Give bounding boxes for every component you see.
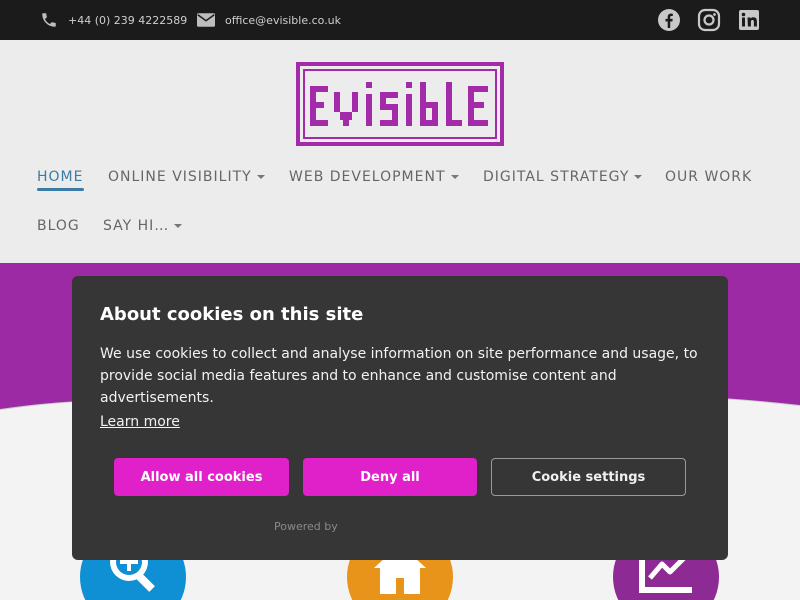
learn-more-link[interactable]: Learn more [100, 414, 180, 430]
nav-say-hi[interactable]: SAY HI… [103, 218, 183, 234]
deny-all-button[interactable]: Deny all [303, 458, 477, 496]
instagram-icon[interactable] [697, 8, 721, 32]
cookie-settings-button[interactable]: Cookie settings [491, 458, 686, 496]
cookie-dialog-title: About cookies on this site [100, 304, 364, 325]
nav-blog[interactable]: BLOG [37, 218, 80, 234]
cookie-dialog-body: We use cookies to collect and analyse in… [100, 346, 698, 406]
nav-digital-strategy[interactable]: DIGITAL STRATEGY [483, 169, 643, 185]
nav-online-visibility[interactable]: ONLINE VISIBILITY [108, 169, 265, 185]
email-address: office@evisible.co.uk [225, 13, 342, 27]
facebook-icon[interactable] [657, 8, 681, 32]
caret-down-icon [450, 175, 459, 179]
phone-contact[interactable]: +44 (0) 239 4222589 [40, 0, 187, 40]
phone-icon [42, 13, 56, 27]
top-bar: +44 (0) 239 4222589 office@evisible.co.u… [0, 0, 800, 40]
powered-by-text: Powered by [274, 520, 338, 533]
linkedin-icon[interactable] [737, 8, 761, 32]
site-header: HOME ONLINE VISIBILITY WEB DEVELOPMENT D… [0, 40, 800, 263]
nav-our-work[interactable]: OUR WORK [665, 169, 752, 185]
caret-down-icon [256, 175, 265, 179]
phone-number: +44 (0) 239 4222589 [68, 13, 188, 27]
caret-down-icon [634, 175, 643, 179]
caret-down-icon [174, 224, 183, 228]
allow-all-cookies-button[interactable]: Allow all cookies [114, 458, 289, 496]
cookie-consent-dialog: About cookies on this site We use cookie… [72, 276, 728, 560]
envelope-icon [197, 13, 215, 27]
nav-active-underline [37, 188, 84, 191]
email-contact[interactable]: office@evisible.co.uk [197, 0, 341, 40]
nav-home[interactable]: HOME [37, 169, 83, 185]
evisible-logo[interactable] [296, 62, 504, 146]
nav-web-development[interactable]: WEB DEVELOPMENT [289, 169, 459, 185]
